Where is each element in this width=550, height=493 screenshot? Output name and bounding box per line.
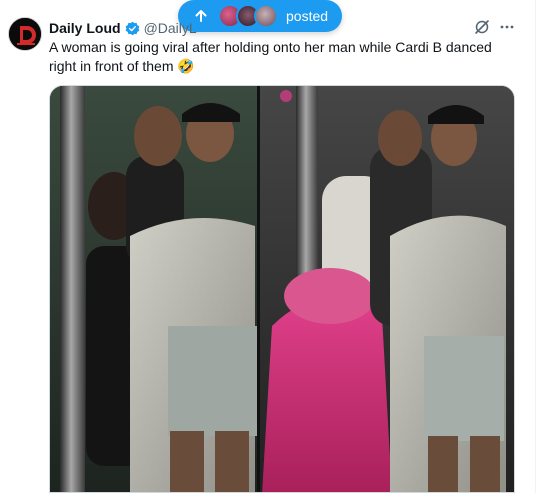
daily-loud-logo [9, 18, 41, 50]
avatar[interactable] [8, 17, 42, 51]
grok-icon[interactable] [474, 19, 490, 35]
club-photo [50, 86, 514, 492]
author-handle[interactable]: @DailyL [144, 20, 197, 36]
more-horizontal-icon[interactable] [499, 19, 515, 35]
tweet-header: Daily Loud @DailyL [49, 18, 197, 38]
author-name[interactable]: Daily Loud [49, 20, 121, 36]
tweet[interactable]: Daily Loud @DailyL A woman is going vira… [0, 0, 536, 493]
tweet-media-image[interactable] [49, 85, 515, 493]
tweet-text: A woman is going viral after holding ont… [49, 39, 492, 74]
verified-badge-icon [125, 21, 139, 35]
